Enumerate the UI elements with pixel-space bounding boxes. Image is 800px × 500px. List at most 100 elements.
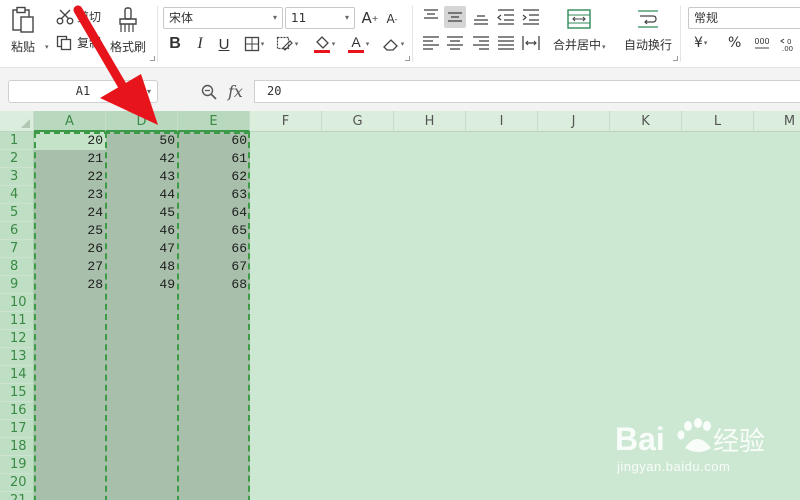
increase-font-size-icon[interactable]: A + bbox=[360, 8, 380, 28]
percent-format-button[interactable]: % bbox=[728, 35, 741, 51]
font-name-select[interactable]: 宋体 ▾ bbox=[163, 7, 283, 29]
chevron-down-icon: ▾ bbox=[703, 39, 708, 47]
row-header-15[interactable]: 15 bbox=[0, 384, 34, 402]
clipboard-group-launcher-icon[interactable] bbox=[150, 56, 155, 61]
wrap-text-button[interactable]: 自动换行 bbox=[624, 8, 672, 53]
font-color-icon: A bbox=[347, 34, 364, 53]
row-header-2[interactable]: 2 bbox=[0, 150, 34, 168]
column-header-l[interactable]: L bbox=[682, 111, 754, 132]
clear-button[interactable]: ▾ bbox=[378, 34, 408, 54]
thousands-separator-icon[interactable]: 000 bbox=[752, 35, 772, 53]
baidu-jingyan-watermark: Bai 经验 jingyan.baidu.com bbox=[615, 412, 795, 492]
insert-function-button[interactable]: fx bbox=[228, 82, 243, 101]
chevron-down-icon: ▾ bbox=[146, 87, 151, 96]
row-header-3[interactable]: 3 bbox=[0, 168, 34, 186]
chevron-down-icon: ▾ bbox=[344, 13, 349, 22]
row-header-6[interactable]: 6 bbox=[0, 222, 34, 240]
column-header-k[interactable]: K bbox=[610, 111, 682, 132]
decrease-font-size-icon[interactable]: A- bbox=[383, 10, 401, 28]
name-box[interactable]: A1 ▾ bbox=[8, 80, 158, 103]
row-header-11[interactable]: 11 bbox=[0, 312, 34, 330]
decrease-indent-icon[interactable] bbox=[495, 7, 517, 27]
column-header-f[interactable]: F bbox=[250, 111, 322, 132]
format-painter-label: 格式刷 bbox=[110, 40, 147, 54]
copy-label: 复制 bbox=[77, 36, 102, 50]
chevron-down-icon: ▾ bbox=[331, 40, 336, 48]
align-right-icon[interactable] bbox=[470, 33, 492, 53]
underline-button[interactable]: U bbox=[215, 34, 233, 54]
italic-button[interactable]: I bbox=[191, 34, 209, 54]
select-all-icon bbox=[21, 119, 30, 128]
svg-text:Bai: Bai bbox=[615, 421, 665, 457]
borders-icon bbox=[244, 36, 259, 52]
currency-format-button[interactable]: ¥ ▾ bbox=[694, 35, 707, 51]
align-bottom-icon[interactable] bbox=[470, 7, 492, 27]
column-header-i[interactable]: I bbox=[466, 111, 538, 132]
row-header-7[interactable]: 7 bbox=[0, 240, 34, 258]
font-color-button[interactable]: A ▾ bbox=[343, 33, 373, 55]
font-group-launcher-icon[interactable] bbox=[405, 56, 410, 61]
paste-icon bbox=[12, 6, 34, 33]
format-painter-button[interactable]: 格式刷 bbox=[110, 6, 146, 55]
increase-decimal-icon[interactable]: 0 .00 bbox=[778, 35, 800, 53]
row-header-18[interactable]: 18 bbox=[0, 438, 34, 456]
column-header-g[interactable]: G bbox=[322, 111, 394, 132]
row-header-12[interactable]: 12 bbox=[0, 330, 34, 348]
number-format-value: 常规 bbox=[694, 11, 719, 25]
cut-button[interactable]: 剪切 bbox=[56, 8, 101, 25]
ribbon-divider bbox=[157, 6, 158, 62]
column-header-e[interactable]: E bbox=[178, 111, 250, 132]
increase-indent-icon[interactable] bbox=[520, 7, 542, 27]
column-header-j[interactable]: J bbox=[538, 111, 610, 132]
paste-button[interactable]: 粘贴 bbox=[10, 6, 36, 55]
bold-button[interactable]: B bbox=[166, 34, 184, 54]
wrap-text-icon bbox=[638, 10, 658, 28]
zoom-formula-icon[interactable] bbox=[200, 83, 218, 101]
row-header-10[interactable]: 10 bbox=[0, 294, 34, 312]
merge-cells-icon bbox=[567, 9, 591, 29]
alignment-group-launcher-icon[interactable] bbox=[673, 56, 678, 61]
font-size-select[interactable]: 11 ▾ bbox=[285, 7, 355, 29]
row-header-14[interactable]: 14 bbox=[0, 366, 34, 384]
row-header-21[interactable]: 21 bbox=[0, 492, 34, 500]
ribbon-divider bbox=[680, 6, 681, 62]
cell-style-button[interactable]: ▾ bbox=[273, 34, 301, 54]
align-center-icon[interactable] bbox=[444, 33, 466, 53]
column-header-m[interactable]: M bbox=[754, 111, 800, 132]
justify-icon[interactable] bbox=[495, 33, 517, 53]
row-header-9[interactable]: 9 bbox=[0, 276, 34, 294]
number-format-select[interactable]: 常规 bbox=[688, 7, 800, 29]
row-header-20[interactable]: 20 bbox=[0, 474, 34, 492]
wrap-text-label: 自动换行 bbox=[624, 38, 673, 52]
copy-marquee-divider bbox=[177, 132, 179, 500]
font-name-value: 宋体 bbox=[169, 11, 194, 25]
row-header-13[interactable]: 13 bbox=[0, 348, 34, 366]
column-header-d[interactable]: D bbox=[106, 111, 178, 132]
column-header-h[interactable]: H bbox=[394, 111, 466, 132]
watermark-url: jingyan.baidu.com bbox=[617, 459, 731, 474]
row-header-19[interactable]: 19 bbox=[0, 456, 34, 474]
chevron-down-icon: ▾ bbox=[400, 40, 405, 48]
distributed-align-icon[interactable] bbox=[520, 33, 542, 53]
row-header-17[interactable]: 17 bbox=[0, 420, 34, 438]
align-middle-icon bbox=[448, 12, 462, 22]
merge-center-label: 合并居中▾ bbox=[553, 38, 606, 52]
ribbon-toolbar: 粘贴 ▾ 剪切 复制 格式刷 宋体 ▾ 11 ▾ A + A - B I U ▾… bbox=[0, 0, 800, 68]
borders-button[interactable]: ▾ bbox=[240, 34, 268, 54]
row-header-8[interactable]: 8 bbox=[0, 258, 34, 276]
align-middle-button[interactable] bbox=[444, 6, 466, 28]
paste-dropdown-icon[interactable]: ▾ bbox=[45, 43, 49, 51]
column-header-a[interactable]: A bbox=[34, 111, 106, 132]
row-header-16[interactable]: 16 bbox=[0, 402, 34, 420]
merge-center-button[interactable]: 合并居中▾ bbox=[553, 8, 606, 53]
row-header-4[interactable]: 4 bbox=[0, 186, 34, 204]
align-left-icon[interactable] bbox=[420, 33, 442, 53]
row-header-5[interactable]: 5 bbox=[0, 204, 34, 222]
fill-color-button[interactable]: ▾ bbox=[309, 33, 339, 55]
copy-button[interactable]: 复制 bbox=[56, 34, 101, 51]
row-header-1[interactable]: 1 bbox=[0, 132, 34, 150]
formula-input[interactable]: 20 bbox=[254, 80, 800, 103]
select-all-corner[interactable] bbox=[0, 111, 34, 132]
scissors-icon bbox=[56, 9, 74, 24]
align-top-icon[interactable] bbox=[420, 7, 442, 27]
